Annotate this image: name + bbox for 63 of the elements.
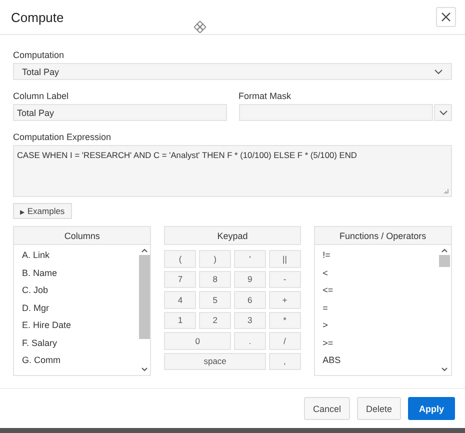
resize-grip-icon[interactable] xyxy=(443,188,449,194)
keypad-key[interactable]: space xyxy=(164,352,266,370)
keypad-key[interactable]: 0 xyxy=(164,332,231,350)
expression-field[interactable]: CASE WHEN I = 'RESEARCH' AND C = 'Analyst' THEN F * (10/100) ELSE F * (5/100) END xyxy=(13,145,452,197)
column-item[interactable]: D. Mgr xyxy=(22,300,130,317)
keypad-key[interactable]: 4 xyxy=(164,291,196,308)
scroll-down-icon[interactable] xyxy=(140,367,148,372)
scroll-down-icon[interactable] xyxy=(441,367,448,372)
apply-button[interactable]: Apply xyxy=(408,397,455,420)
keypad-key[interactable]: . xyxy=(234,332,266,350)
column-item[interactable]: C. Job xyxy=(22,282,130,300)
column-item[interactable]: E. Hire Date xyxy=(22,317,130,334)
column-label-field[interactable]: Total Pay xyxy=(13,104,226,121)
keypad-key[interactable]: || xyxy=(268,250,301,268)
keypad-key[interactable]: 9 xyxy=(234,270,266,288)
function-item[interactable]: = xyxy=(322,300,431,317)
keypad-key[interactable]: 3 xyxy=(234,312,266,329)
dialog-title: Compute xyxy=(11,10,65,24)
keypad-key[interactable]: - xyxy=(268,270,301,288)
keypad-key[interactable]: / xyxy=(268,332,301,350)
keypad-key[interactable]: 8 xyxy=(199,270,231,288)
column-item[interactable]: F. Salary xyxy=(22,334,130,352)
column-item[interactable]: B. Name xyxy=(22,264,130,282)
function-item[interactable]: >= xyxy=(322,334,431,352)
function-item[interactable]: > xyxy=(322,317,431,334)
close-button[interactable] xyxy=(436,7,456,27)
scroll-up-icon[interactable] xyxy=(140,248,148,253)
keypad-key[interactable]: 1 xyxy=(164,312,196,329)
panel-header: Functions / Operators xyxy=(314,227,451,245)
function-item[interactable]: ABS xyxy=(322,352,431,370)
dialog-button[interactable]: Cancel xyxy=(304,397,350,420)
column-item[interactable]: A. Link xyxy=(22,247,130,264)
scrollbar-thumb[interactable] xyxy=(439,255,450,267)
column-item[interactable]: G. Comm xyxy=(22,352,130,370)
dropdown-button[interactable] xyxy=(434,104,452,121)
field-label: Computation xyxy=(13,50,64,60)
function-item[interactable]: <= xyxy=(322,282,431,300)
close-icon xyxy=(441,12,451,22)
scrollbar-thumb[interactable] xyxy=(138,255,150,339)
keypad-key[interactable]: * xyxy=(268,312,301,329)
function-item[interactable]: != xyxy=(322,247,431,264)
chevron-down-icon xyxy=(438,110,448,116)
computation-select[interactable]: Total Pay xyxy=(13,63,452,80)
move-handle-icon[interactable] xyxy=(194,21,206,33)
keypad-key[interactable]: ( xyxy=(164,250,196,268)
dialog-button[interactable]: Delete xyxy=(356,397,401,420)
field-label: Format Mask xyxy=(238,91,292,101)
keypad-key[interactable]: + xyxy=(268,291,301,308)
format-mask-field[interactable] xyxy=(238,104,433,121)
keypad-key[interactable]: 7 xyxy=(164,270,196,288)
keypad-key[interactable]: , xyxy=(268,352,301,370)
scroll-up-icon[interactable] xyxy=(441,248,448,253)
function-item[interactable]: < xyxy=(322,264,431,282)
panel-header: Columns xyxy=(14,227,150,245)
keypad-key[interactable]: ) xyxy=(199,250,231,268)
keypad-key[interactable]: ' xyxy=(234,250,266,268)
keypad-key[interactable]: 5 xyxy=(199,291,231,308)
field-label: Column Label xyxy=(13,91,69,101)
panel-header: Keypad xyxy=(164,226,301,245)
field-label: Computation Expression xyxy=(13,132,112,142)
keypad-key[interactable]: 2 xyxy=(199,312,231,329)
keypad-key[interactable]: 6 xyxy=(234,291,266,308)
chevron-down-icon xyxy=(434,68,443,74)
